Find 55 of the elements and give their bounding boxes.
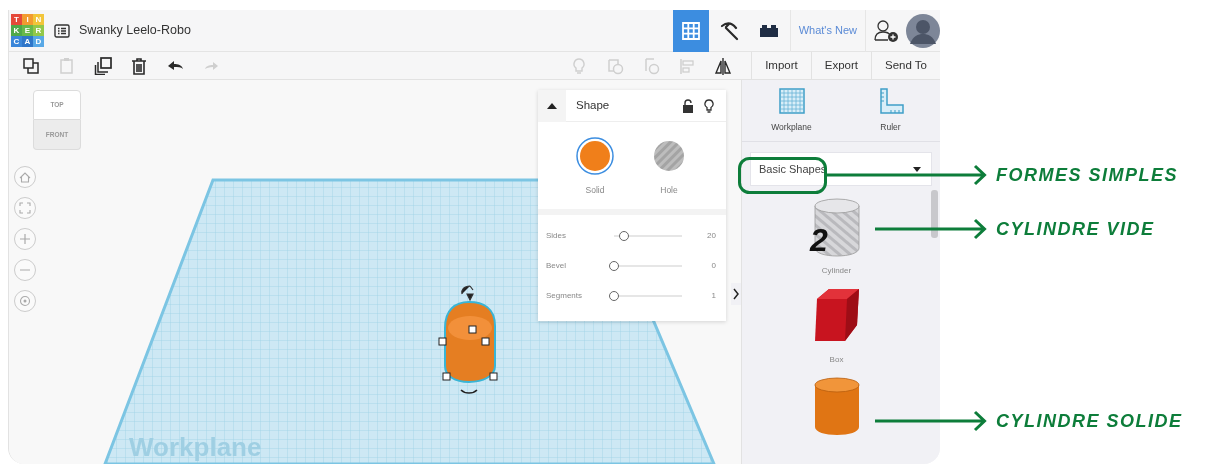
- param-value: 20: [706, 229, 716, 242]
- caret-icon: [913, 166, 921, 172]
- logo-tile: C: [11, 36, 22, 47]
- list-icon[interactable]: [54, 23, 70, 38]
- avatar-icon[interactable]: [906, 13, 940, 48]
- add-user-icon[interactable]: [874, 18, 900, 43]
- whats-new-link[interactable]: What's New: [789, 10, 866, 52]
- callout-label: CYLINDRE VIDE: [996, 220, 1155, 238]
- workplane-tool[interactable]: Workplane: [742, 80, 841, 141]
- slider-thumb[interactable]: [619, 230, 630, 241]
- toolbar-button[interactable]: Send To: [871, 51, 940, 80]
- logo-tile: K: [11, 25, 22, 36]
- workplane-icon: [777, 87, 806, 116]
- param-label: Bevel: [546, 259, 567, 272]
- callout-label: CYLINDRE SOLIDE: [996, 412, 1183, 430]
- padlock-icon[interactable]: [682, 98, 694, 113]
- logo-tile: D: [33, 36, 44, 47]
- orbit-icon: [18, 294, 32, 308]
- solid-option[interactable]: Solid: [575, 136, 615, 197]
- pickaxe-icon: [719, 20, 740, 41]
- chevron-icon: [733, 288, 739, 300]
- toolbar-button[interactable]: Import: [751, 51, 811, 80]
- panel-title: Shape: [576, 97, 611, 113]
- lightbulb-icon[interactable]: [704, 98, 714, 113]
- logo-tile: E: [22, 25, 33, 36]
- caret-icon: [547, 102, 557, 109]
- param-value: 0: [710, 259, 716, 272]
- collapse-button[interactable]: [538, 89, 566, 122]
- logo-tile: A: [22, 36, 33, 47]
- selected-cylinder-drawing[interactable]: [438, 285, 498, 394]
- fit-view-icon: [18, 201, 32, 215]
- grid-icon: [680, 20, 701, 41]
- hole-option[interactable]: Hole: [649, 136, 689, 197]
- param-value: 1: [710, 289, 716, 302]
- project-title: Swanky Leelo-Robo: [79, 22, 191, 40]
- zoom-in-icon: [18, 232, 32, 246]
- logo-tile: N: [33, 14, 44, 25]
- logo-tile: I: [22, 14, 33, 25]
- param-label: Segments: [546, 289, 584, 302]
- slider-thumb[interactable]: [609, 260, 619, 271]
- home-icon: [18, 170, 32, 184]
- logo-tile: T: [11, 14, 22, 25]
- copy-icon[interactable]: [22, 56, 40, 75]
- trash-icon[interactable]: [130, 56, 148, 75]
- toolbar-button[interactable]: Export: [810, 51, 871, 80]
- mirror-icon[interactable]: [714, 56, 733, 75]
- param-label: Sides: [546, 229, 567, 242]
- logo-tile: R: [33, 25, 44, 36]
- ruler-tool[interactable]: Ruler: [841, 80, 940, 141]
- slider-thumb[interactable]: [609, 290, 619, 301]
- step-number: 2: [810, 224, 828, 256]
- callout-label: FORMES SIMPLES: [996, 166, 1178, 184]
- duplicate-icon[interactable]: [94, 56, 112, 75]
- expand-tab[interactable]: [731, 283, 741, 305]
- scrollbar-thumb[interactable]: [931, 190, 938, 238]
